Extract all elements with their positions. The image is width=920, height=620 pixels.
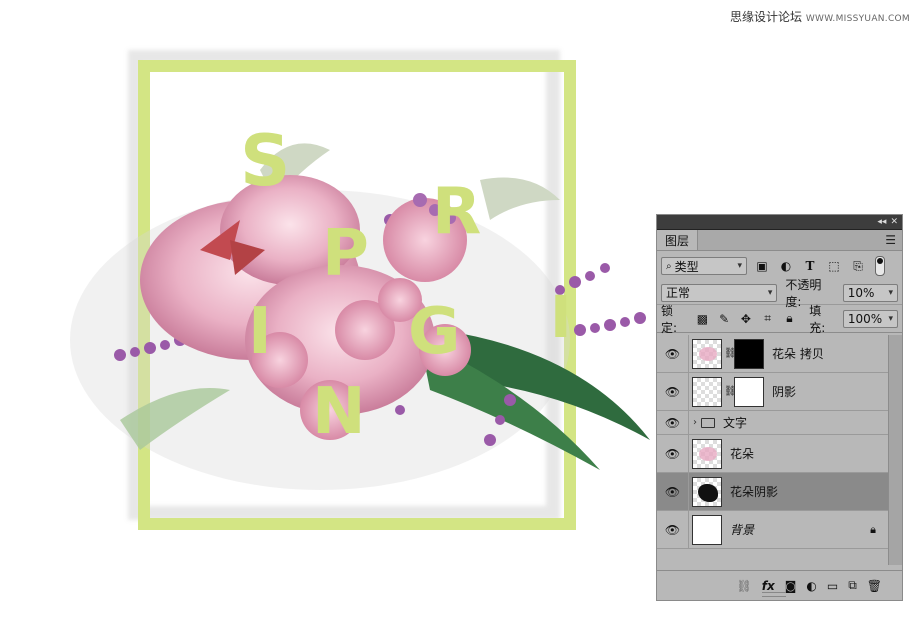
link-icon[interactable]: ⛓︎	[737, 579, 752, 593]
letter-n: N	[312, 375, 366, 449]
watermark-text: 思缘设计论坛	[730, 10, 803, 24]
layer-row[interactable]: 👁︎ ⛓︎ 花朵 拷贝	[657, 335, 902, 373]
letter-p: P	[322, 217, 369, 291]
eye-icon[interactable]: 👁︎	[657, 435, 689, 472]
fill-field[interactable]: 100% ▾	[842, 309, 899, 328]
blend-mode-dropdown[interactable]: 正常 ▾	[661, 283, 778, 302]
letter-s: S	[240, 120, 291, 202]
layer-name: 背景	[730, 523, 755, 537]
letter-g: G	[408, 295, 461, 369]
layer-name: 阴影	[772, 385, 797, 399]
trash-icon[interactable]: 🗑︎	[867, 579, 882, 593]
layer-list: 👁︎ ⛓︎ 花朵 拷贝 👁︎ ⛓︎ 阴影 👁︎ › 文字 👁︎ 花朵 👁︎ 花朵…	[657, 335, 902, 565]
search-icon: ⌕	[666, 260, 672, 272]
watermark: 思缘设计论坛 WWW.MISSYUAN.COM	[730, 8, 910, 25]
adjustment-layer-icon[interactable]: ◐	[806, 579, 816, 593]
layer-thumbnail	[692, 438, 722, 469]
layer-row[interactable]: 👁︎ 花朵	[657, 435, 902, 473]
lock-position-icon[interactable]: ✥	[738, 312, 754, 326]
lock-image-icon[interactable]: ✎	[716, 312, 732, 326]
close-panel-icon[interactable]: ✕	[890, 217, 898, 227]
filter-type-value: 类型	[674, 259, 699, 274]
blend-row: 正常 ▾ 不透明度: 10% ▾	[657, 278, 902, 309]
fill-label: 填充:	[809, 303, 826, 335]
lock-row: 锁定: ▩ ✎ ✥ ⌗ 🔒︎ 填充: 100% ▾	[657, 303, 902, 335]
layer-name: 花朵 拷贝	[772, 347, 824, 361]
chevron-down-icon: ▾	[888, 287, 893, 298]
lock-icon: 🔒︎	[870, 522, 876, 536]
canvas-artwork: S R P I G I N	[0, 0, 660, 620]
add-mask-icon[interactable]: ◙	[785, 579, 797, 593]
type-filter-icon[interactable]: T	[801, 257, 819, 275]
layer-thumbnail	[692, 338, 722, 369]
chevron-down-icon: ▾	[737, 261, 742, 271]
layer-thumbnail	[692, 476, 722, 507]
filter-toggle[interactable]	[875, 256, 885, 276]
letter-i-left: I	[248, 295, 272, 369]
filter-type-dropdown[interactable]: ⌕ 类型 ▾	[661, 257, 747, 275]
shape-filter-icon[interactable]: ⬚	[825, 257, 843, 275]
layers-panel: ◂◂ ✕ 图层 ☰ ⌕ 类型 ▾ ▣ ◐ T ⬚ ⎘ 正常 ▾ 不透明度: 10…	[656, 214, 903, 601]
smart-object-filter-icon[interactable]: ⎘	[849, 257, 867, 275]
image-filter-icon[interactable]: ▣	[753, 257, 771, 275]
eye-icon[interactable]: 👁︎	[657, 511, 689, 548]
layer-group-row[interactable]: 👁︎ › 文字	[657, 411, 902, 435]
opacity-field[interactable]: 10% ▾	[842, 283, 898, 302]
layer-name: 花朵阴影	[730, 485, 779, 499]
layer-name: 花朵	[730, 447, 755, 461]
mask-link-icon[interactable]: ⛓︎	[724, 386, 737, 397]
layer-thumbnail	[692, 514, 722, 545]
panel-footer: ⛓︎ fx ◙ ◐ ▭ ⧉ 🗑︎	[657, 570, 902, 600]
lock-all-icon[interactable]: 🔒︎	[782, 311, 798, 326]
eye-icon[interactable]: 👁︎	[657, 335, 689, 372]
hamburger-icon[interactable]: ☰	[885, 233, 896, 247]
collapse-icon[interactable]: ◂◂	[877, 217, 886, 227]
resize-grip[interactable]	[762, 592, 786, 597]
watermark-site: WWW.MISSYUAN.COM	[805, 14, 910, 24]
letter-i-right: I	[550, 283, 572, 351]
chevron-down-icon: ▾	[767, 287, 773, 298]
blend-mode-value: 正常	[666, 286, 691, 300]
eye-icon[interactable]: 👁︎	[657, 411, 689, 434]
lock-label: 锁定:	[661, 303, 678, 335]
lock-artboard-icon[interactable]: ⌗	[760, 311, 776, 326]
layer-row-selected[interactable]: 👁︎ 花朵阴影	[657, 473, 902, 511]
panel-tabbar: 图层 ☰	[657, 230, 902, 251]
eye-icon[interactable]: 👁︎	[657, 473, 689, 510]
eye-icon[interactable]: 👁︎	[657, 373, 689, 410]
fx-icon[interactable]: fx	[762, 579, 775, 593]
layer-row[interactable]: 👁︎ 背景 🔒︎	[657, 511, 902, 549]
letter-r: R	[432, 175, 482, 249]
layer-scrollbar[interactable]	[888, 335, 902, 565]
layer-mask-thumbnail[interactable]	[734, 338, 764, 369]
fill-value: 100%	[847, 311, 883, 326]
chevron-right-icon[interactable]: ›	[693, 417, 697, 428]
mask-link-icon[interactable]: ⛓︎	[724, 348, 737, 359]
new-group-icon[interactable]: ▭	[827, 579, 838, 593]
opacity-value: 10%	[847, 285, 875, 300]
chevron-down-icon: ▾	[888, 313, 894, 324]
layer-thumbnail	[692, 376, 722, 407]
folder-icon	[701, 417, 715, 428]
layer-row[interactable]: 👁︎ ⛓︎ 阴影	[657, 373, 902, 411]
layer-name: 文字	[723, 416, 748, 430]
lock-transparent-icon[interactable]: ▩	[695, 312, 711, 326]
layer-mask-thumbnail[interactable]	[734, 376, 764, 407]
tab-layers[interactable]: 图层	[657, 230, 699, 250]
panel-titlebar[interactable]: ◂◂ ✕	[657, 215, 902, 230]
filter-row: ⌕ 类型 ▾ ▣ ◐ T ⬚ ⎘	[657, 251, 902, 281]
adjustment-filter-icon[interactable]: ◐	[777, 257, 795, 275]
new-layer-icon[interactable]: ⧉	[848, 578, 857, 593]
